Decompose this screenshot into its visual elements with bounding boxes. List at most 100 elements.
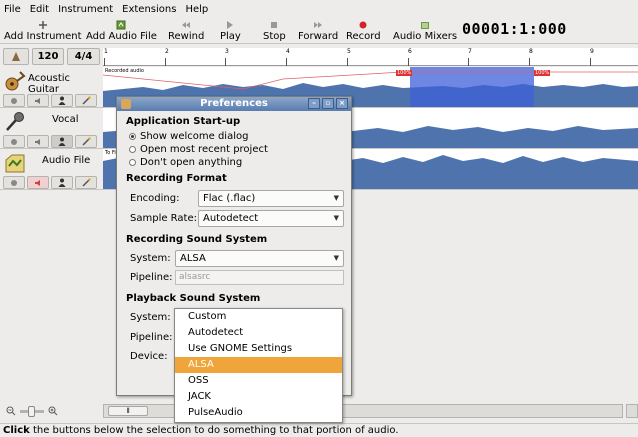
solo-button[interactable]: [51, 135, 73, 148]
audio-mixers-button[interactable]: Audio Mixers: [393, 18, 457, 44]
mute-button[interactable]: [27, 135, 49, 148]
format-header: Recording Format: [126, 173, 227, 184]
minimize-icon[interactable]: –: [308, 98, 320, 109]
add-instrument-button[interactable]: Add Instrument: [4, 18, 82, 44]
play-icon: [225, 20, 235, 30]
playback-system-dropdown: Custom Autodetect Use GNOME Settings ALS…: [174, 308, 343, 423]
zoom-slider-knob[interactable]: [28, 405, 35, 417]
solo-button[interactable]: [51, 94, 73, 107]
rewind-button[interactable]: Rewind: [168, 18, 204, 44]
recording-pipeline-input[interactable]: alsasrc: [175, 270, 344, 285]
time-counter: 00001:1:000: [462, 20, 567, 38]
play-button[interactable]: Play: [220, 18, 241, 44]
menu-edit[interactable]: Edit: [30, 4, 49, 15]
mixer-icon: [420, 20, 430, 30]
ruler-tick-line: [590, 58, 591, 66]
menu-file[interactable]: File: [4, 4, 21, 15]
track-header-vocal[interactable]: Vocal: [0, 108, 103, 149]
stop-button[interactable]: Stop: [263, 18, 286, 44]
speaker-icon: [34, 138, 40, 145]
menu-instrument[interactable]: Instrument: [58, 4, 113, 15]
sample-rate-label: Sample Rate:: [130, 213, 197, 224]
rewind-icon: [181, 20, 191, 30]
dropdown-option[interactable]: Custom: [175, 309, 342, 325]
mute-button[interactable]: [27, 176, 49, 189]
dropdown-option[interactable]: PulseAudio: [175, 405, 342, 421]
record-icon: [11, 179, 17, 186]
status-bold: Click: [3, 425, 30, 436]
person-icon: [58, 178, 66, 187]
forward-button[interactable]: Forward: [298, 18, 338, 44]
dropdown-option[interactable]: OSS: [175, 373, 342, 389]
dialog-title-bar[interactable]: Preferences – ▫ ×: [117, 97, 351, 111]
zoom-control: [6, 405, 58, 417]
status-text: the buttons below the selection to do so…: [29, 425, 399, 436]
ruler-tick: 8: [529, 48, 533, 55]
zoom-out-icon[interactable]: [6, 406, 16, 416]
selection-start-marker[interactable]: 100%: [396, 70, 413, 76]
dropdown-option[interactable]: JACK: [175, 389, 342, 405]
dialog-title: Preferences: [200, 98, 268, 109]
ruler-tick: 3: [225, 48, 229, 55]
record-arm-button[interactable]: [3, 94, 25, 107]
zoom-slider[interactable]: [20, 405, 44, 417]
record-arm-button[interactable]: [3, 135, 25, 148]
speaker-muted-icon: [34, 179, 40, 186]
ruler-tick-line: [286, 58, 287, 66]
selection-end-marker[interactable]: 100%: [534, 70, 551, 76]
radio-open-nothing[interactable]: Don't open anything: [129, 157, 242, 168]
properties-button[interactable]: [75, 94, 97, 107]
mute-button[interactable]: [27, 94, 49, 107]
encoding-label: Encoding:: [130, 193, 180, 204]
track-header-audio-file[interactable]: Audio File: [0, 149, 103, 190]
ruler-tick: 5: [347, 48, 351, 55]
speaker-icon: [34, 97, 40, 104]
record-button[interactable]: Record: [346, 18, 381, 44]
scrollbar-end: [626, 404, 638, 418]
timeline-ruler[interactable]: 1 2 3 4 5 6 7 8 9: [103, 48, 638, 66]
status-bar: Click the buttons below the selection to…: [0, 423, 638, 437]
track-name: Audio File: [42, 155, 91, 166]
scrollbar-thumb[interactable]: ⦀: [108, 406, 148, 416]
menu-bar: File Edit Instrument Extensions Help: [0, 0, 638, 18]
radio-dot: [129, 146, 136, 153]
record-arm-button[interactable]: [3, 176, 25, 189]
close-icon[interactable]: ×: [336, 98, 348, 109]
sample-rate-combo[interactable]: Autodetect ▼: [198, 210, 344, 227]
properties-button[interactable]: [75, 176, 97, 189]
audio-file-icon: [5, 154, 25, 173]
menu-help[interactable]: Help: [185, 4, 208, 15]
dropdown-option-selected[interactable]: ALSA: [175, 357, 342, 373]
recording-system-combo[interactable]: ALSA ▼: [175, 250, 344, 267]
bpm-field[interactable]: 120: [32, 48, 64, 65]
encoding-combo[interactable]: Flac (.flac) ▼: [198, 190, 344, 207]
radio-open-recent[interactable]: Open most recent project: [129, 144, 268, 155]
dropdown-option[interactable]: Use GNOME Settings: [175, 341, 342, 357]
tempo-row: 120 4/4: [0, 48, 103, 66]
playback-system-label: System:: [130, 312, 171, 323]
ruler-tick-line: [529, 58, 530, 66]
microphone-icon: [6, 112, 24, 131]
add-audio-file-button[interactable]: Add Audio File: [86, 18, 157, 44]
zoom-in-icon[interactable]: [48, 406, 58, 416]
person-icon: [58, 137, 66, 146]
track-header-acoustic-guitar[interactable]: Acoustic Guitar: [0, 67, 103, 108]
lane-label: Recorded audio: [105, 68, 144, 74]
time-signature-field[interactable]: 4/4: [67, 48, 100, 65]
startup-header: Application Start-up: [126, 116, 241, 127]
properties-button[interactable]: [75, 135, 97, 148]
dropdown-option[interactable]: Autodetect: [175, 325, 342, 341]
metronome-button[interactable]: [3, 48, 29, 65]
ruler-tick: 1: [104, 48, 108, 55]
radio-show-welcome[interactable]: Show welcome dialog: [129, 131, 248, 142]
menu-extensions[interactable]: Extensions: [122, 4, 176, 15]
track-buttons: [3, 176, 97, 189]
wand-icon: [81, 137, 91, 146]
maximize-icon[interactable]: ▫: [322, 98, 334, 109]
guitar-icon: [5, 71, 26, 91]
ruler-tick-line: [468, 58, 469, 66]
recording-system-header: Recording Sound System: [126, 234, 268, 245]
ruler-tick: 9: [590, 48, 594, 55]
ruler-tick: 6: [408, 48, 412, 55]
solo-button[interactable]: [51, 176, 73, 189]
